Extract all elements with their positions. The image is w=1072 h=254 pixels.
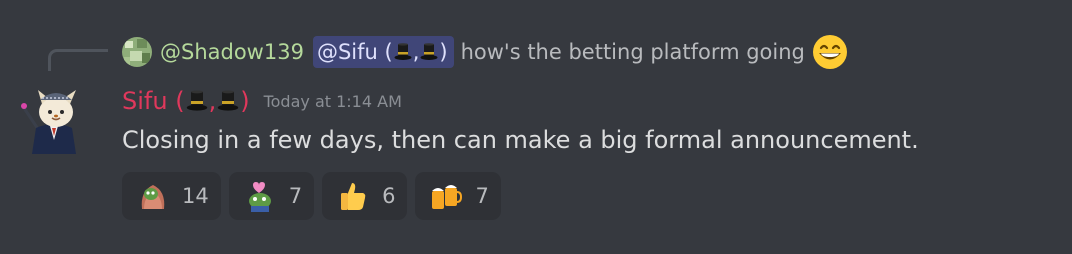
reaction-count: 6 [382,184,396,208]
pepe-hearts-icon [248,182,271,212]
reaction-count: 7 [475,184,489,208]
chat-message: @Shadow139 @Sifu ( , ) how's the betting… [0,0,1072,254]
reaction-button[interactable]: 6 [322,172,408,220]
user-mention[interactable]: @Sifu ( , ) [312,36,454,68]
mention-separator: , [412,40,420,64]
mention-prefix: @Sifu ( [316,40,393,64]
reaction-button[interactable]: 7 [228,172,315,220]
reply-preview[interactable]: @Shadow139 @Sifu ( , ) how's the betting… [122,34,849,70]
top-hat-icon [393,42,413,62]
mention-suffix: ) [439,40,448,64]
reaction-button[interactable]: 14 [122,172,221,220]
reaction-count: 7 [288,184,303,208]
message-header: Sifu ( , ) Today at 1:14 AM [122,84,402,118]
message-content: Closing in a few days, then can make a b… [122,126,919,154]
top-hat-icon [419,42,439,62]
grinning-face-icon [812,35,847,69]
reaction-button[interactable]: 7 [415,172,501,220]
pepe-blanket-icon [141,185,165,209]
reply-author-name[interactable]: @Shadow139 [160,40,304,64]
author-prefix: Sifu ( [122,87,185,115]
top-hat-icon [216,89,240,113]
reply-text[interactable]: how's the betting platform going [461,40,805,64]
message-timestamp[interactable]: Today at 1:14 AM [264,92,402,111]
reactions-bar: 14 7 6 7 [122,172,509,220]
reaction-count: 14 [182,184,209,208]
message-author-name[interactable]: Sifu ( , ) [122,87,250,115]
top-hat-icon [185,89,209,113]
beer-mugs-icon [432,185,463,209]
thumbs-up-icon [341,183,366,210]
reply-connector-line [48,49,108,71]
user-avatar[interactable] [20,82,88,154]
author-suffix: ) [240,87,250,115]
author-separator: , [208,87,217,115]
reply-avatar[interactable] [122,37,152,67]
